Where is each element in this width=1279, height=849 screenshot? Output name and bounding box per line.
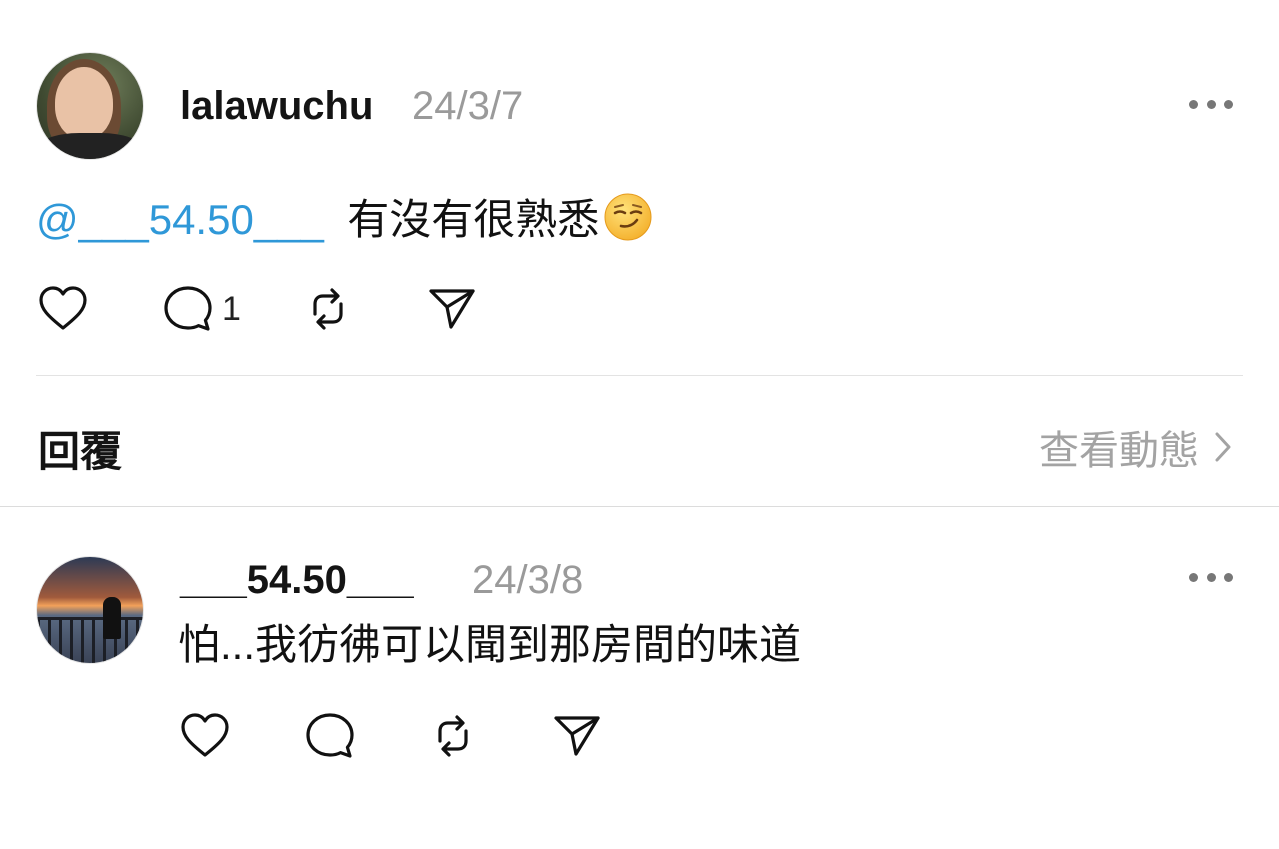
comment-icon bbox=[306, 713, 354, 758]
post-more-icon[interactable] bbox=[1189, 98, 1233, 110]
share-icon bbox=[429, 289, 475, 329]
heart-icon bbox=[39, 286, 87, 330]
repost-button[interactable] bbox=[303, 284, 353, 334]
comment-count: 1 bbox=[222, 289, 241, 328]
view-activity-link[interactable]: 查看動態 bbox=[1039, 418, 1233, 476]
reply-more-icon[interactable] bbox=[1189, 571, 1233, 583]
reply-author-username[interactable]: ___54.50___ bbox=[180, 560, 414, 600]
reply-text: 怕...我彷彿可以聞到那房間的味道 bbox=[178, 621, 802, 668]
post-body: @___54.50___ 有沒有很熟悉 bbox=[36, 192, 653, 247]
smirking-face-emoji bbox=[604, 193, 652, 241]
post-date: 24/3/7 bbox=[412, 84, 524, 128]
heart-icon bbox=[181, 713, 229, 757]
share-icon bbox=[554, 716, 600, 756]
section-divider bbox=[0, 506, 1279, 507]
repost-icon bbox=[438, 715, 468, 757]
share-button[interactable] bbox=[427, 285, 477, 333]
post-mention-link[interactable]: @___54.50___ bbox=[36, 196, 324, 243]
post-actions: 1 bbox=[38, 284, 477, 334]
view-activity-label: 查看動態 bbox=[1039, 429, 1199, 473]
reply-date: 24/3/8 bbox=[472, 558, 584, 602]
thread-page: lalawuchu 24/3/7 @___54.50___ 有沒有很熟悉 1 回… bbox=[0, 0, 1279, 849]
chevron-right-icon bbox=[1215, 432, 1231, 462]
comment-icon bbox=[164, 286, 212, 331]
comment-button[interactable]: 1 bbox=[162, 284, 241, 334]
repost-icon bbox=[313, 288, 343, 330]
reply-author-avatar[interactable] bbox=[36, 556, 144, 664]
replies-section-title: 回覆 bbox=[38, 428, 123, 475]
post-divider bbox=[36, 375, 1243, 376]
post-author-avatar[interactable] bbox=[36, 52, 144, 160]
reply-repost-button[interactable] bbox=[428, 711, 478, 761]
like-button[interactable] bbox=[38, 285, 88, 333]
reply-share-button[interactable] bbox=[552, 712, 602, 760]
reply-actions bbox=[180, 711, 602, 761]
post-author-username[interactable]: lalawuchu bbox=[180, 86, 373, 126]
reply-like-button[interactable] bbox=[180, 712, 230, 760]
reply-comment-button[interactable] bbox=[304, 711, 356, 761]
post-text: 有沒有很熟悉 bbox=[347, 196, 600, 243]
